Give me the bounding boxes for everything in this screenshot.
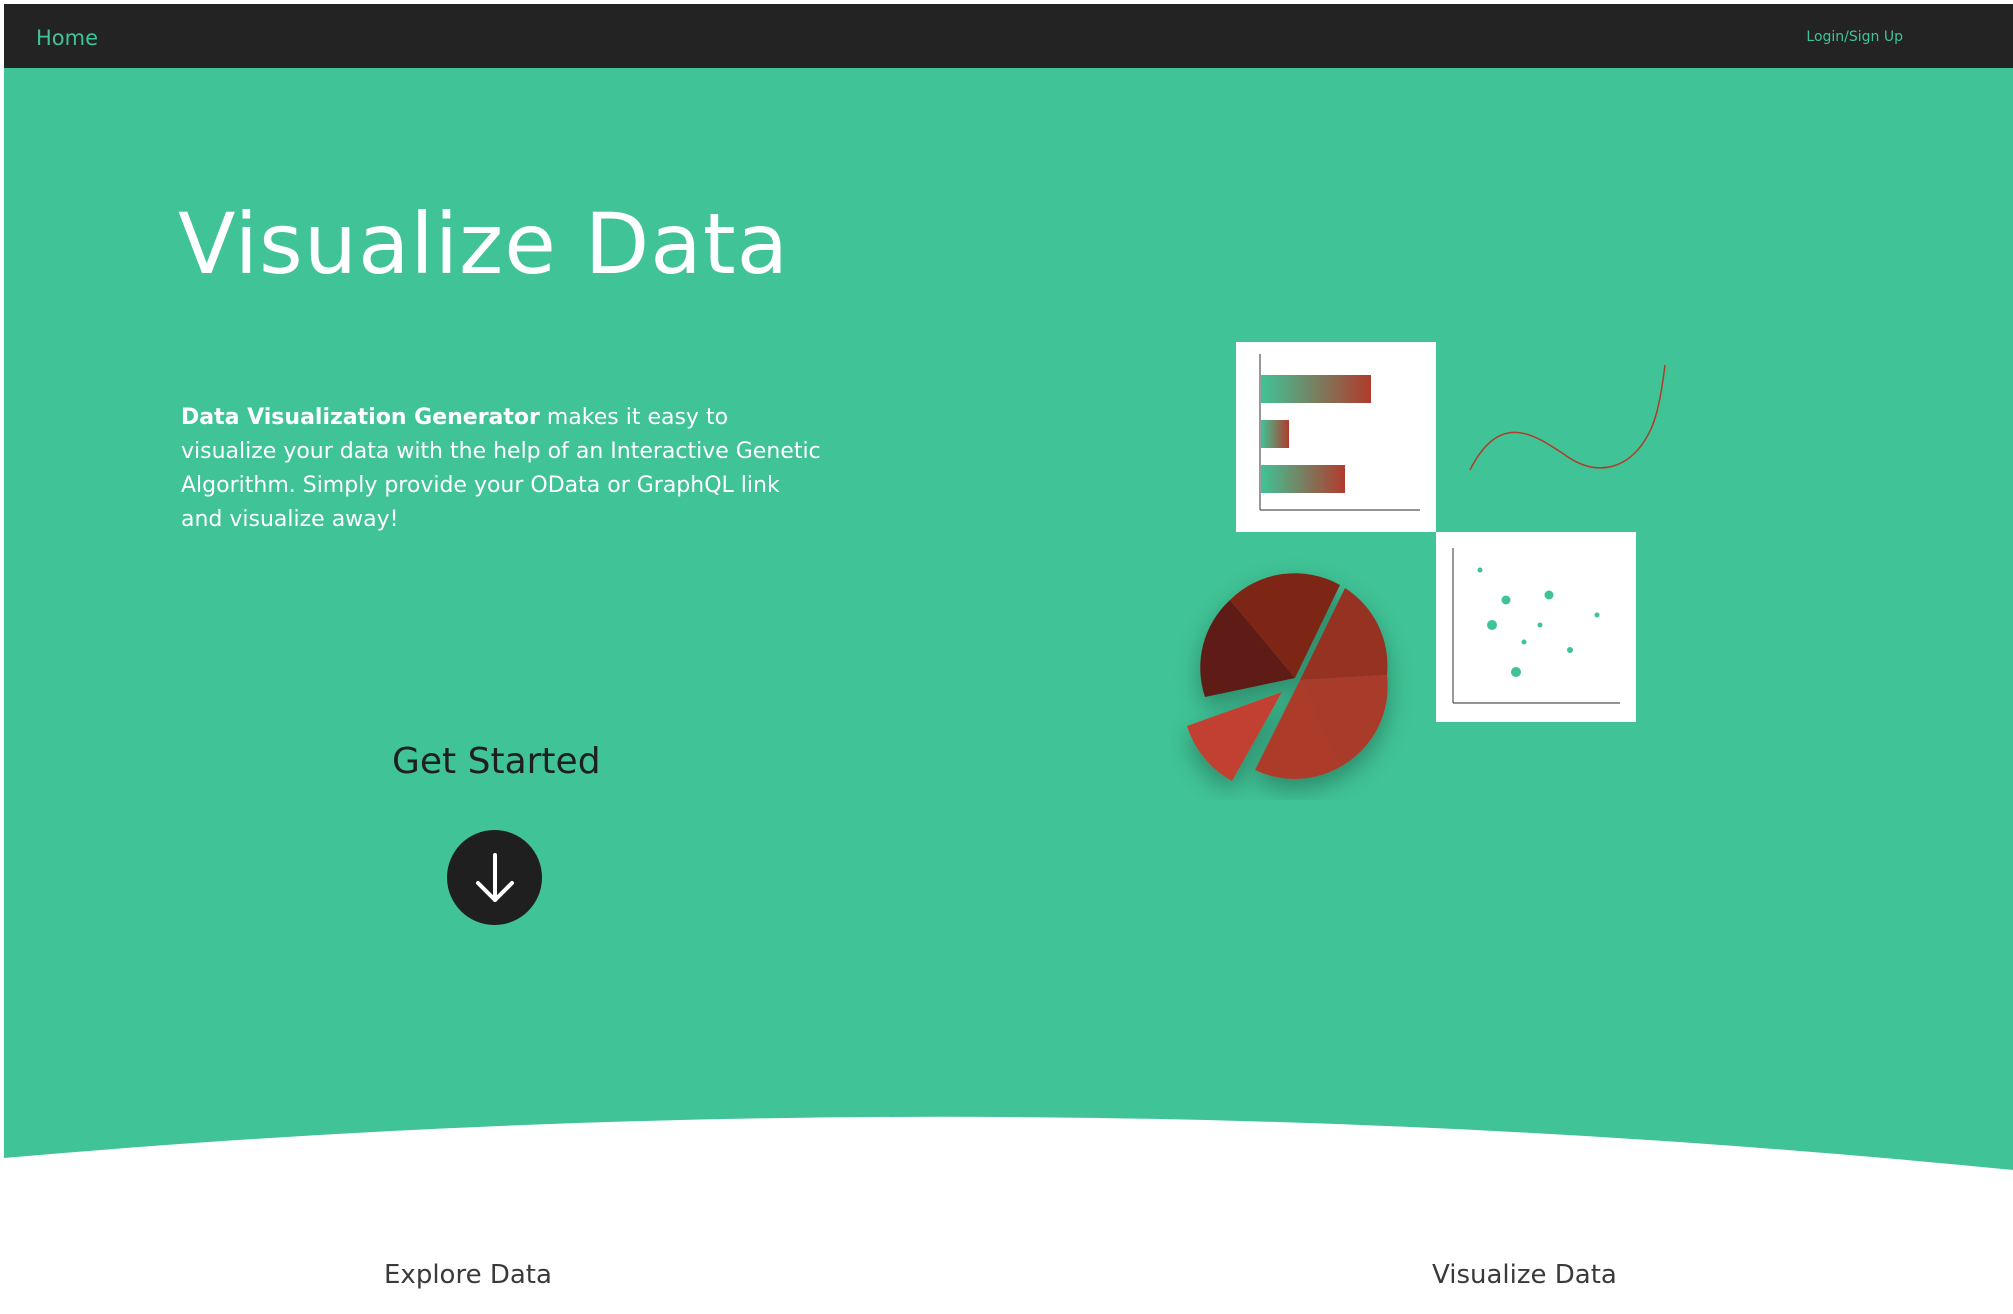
arrow-down-icon (475, 852, 514, 902)
navbar: Home Login/Sign Up (4, 4, 2013, 68)
login-signup-link[interactable]: Login/Sign Up (1806, 29, 1903, 45)
scatter-plot-icon (1436, 532, 1636, 722)
visualize-data-heading: Visualize Data (1432, 1260, 1617, 1290)
hero-title: Visualize Data (178, 195, 790, 293)
get-started-label: Get Started (392, 741, 601, 782)
line-chart-icon (1469, 364, 1666, 471)
hero-description-bold: Data Visualization Generator (181, 405, 540, 430)
get-started-button[interactable] (447, 830, 542, 925)
page: Home Login/Sign Up Visualize Data Data V… (0, 0, 2013, 1314)
bar-chart-icon (1236, 342, 1436, 532)
pie-chart-icon (1187, 573, 1388, 781)
explore-data-heading: Explore Data (384, 1260, 552, 1290)
nav-home-link[interactable]: Home (36, 26, 98, 50)
hero-bottom-curve (4, 1116, 2013, 1314)
hero-description: Data Visualization Generator makes it ea… (181, 401, 821, 537)
charts-illustration (1187, 342, 1666, 781)
